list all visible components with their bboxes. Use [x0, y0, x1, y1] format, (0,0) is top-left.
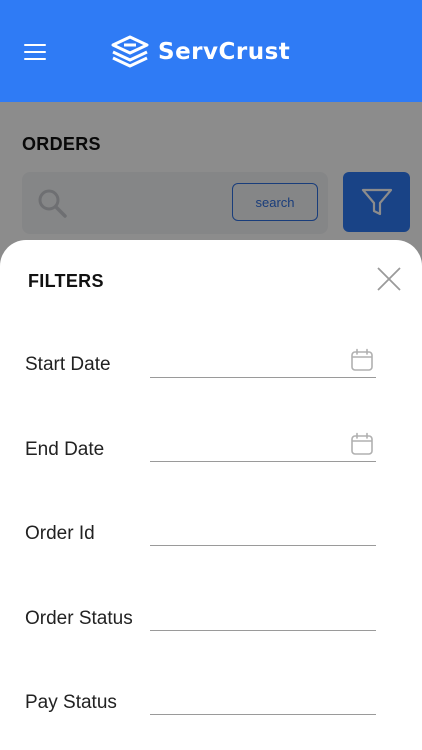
- start-date-label: Start Date: [25, 354, 111, 375]
- servcrust-logo-icon: [111, 35, 149, 68]
- pay-status-label: Pay Status: [25, 692, 117, 713]
- app-header: ServCrust: [0, 0, 422, 102]
- order-id-label: Order Id: [25, 523, 95, 544]
- start-date-field[interactable]: [150, 348, 376, 378]
- hamburger-menu-icon[interactable]: [24, 44, 48, 62]
- order-status-label: Order Status: [25, 608, 133, 629]
- filters-title: FILTERS: [28, 271, 104, 291]
- pay-status-field[interactable]: [150, 685, 376, 715]
- brand-name: ServCrust: [158, 39, 291, 65]
- end-date-field[interactable]: [150, 432, 376, 462]
- calendar-icon[interactable]: [350, 432, 374, 456]
- filters-sheet: FILTERS Start Date End Date Order Id Ord…: [0, 240, 422, 750]
- calendar-icon[interactable]: [350, 348, 374, 372]
- brand-logo: ServCrust: [110, 34, 290, 70]
- order-status-field[interactable]: [150, 601, 376, 631]
- order-id-field[interactable]: [150, 516, 376, 546]
- end-date-label: End Date: [25, 439, 105, 460]
- close-icon[interactable]: [374, 264, 404, 294]
